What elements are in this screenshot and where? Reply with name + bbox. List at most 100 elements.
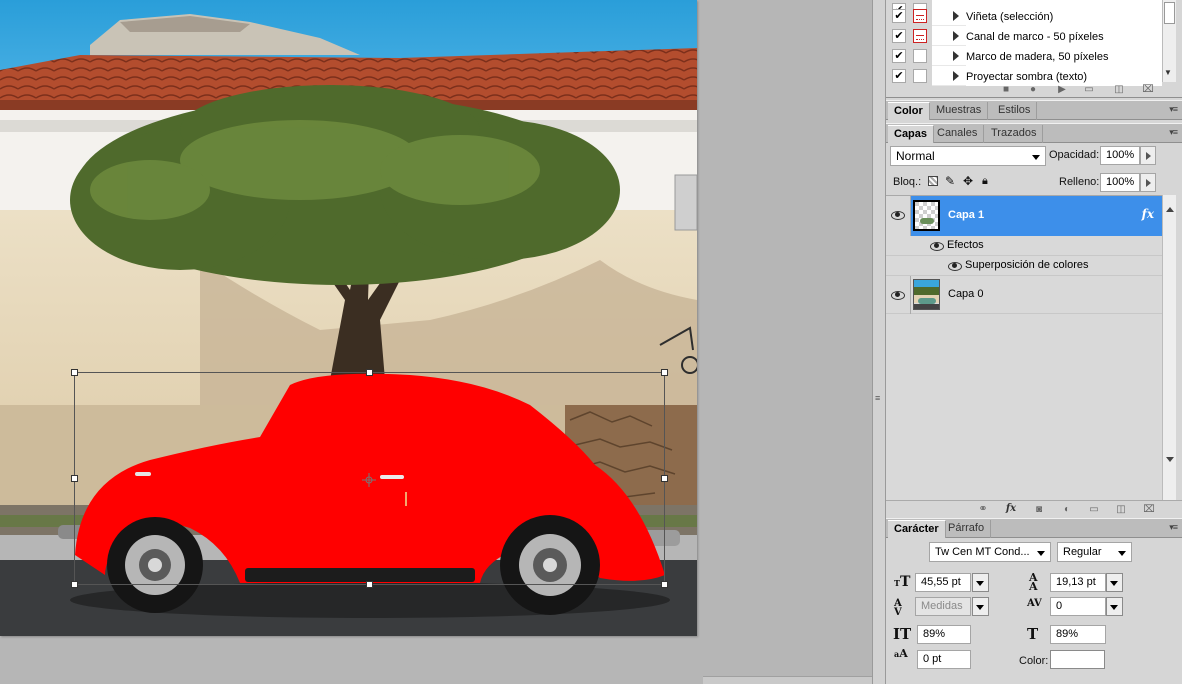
blend-mode-select[interactable]: Normal — [890, 146, 1046, 166]
blend-mode-value: Normal — [896, 149, 935, 163]
tracking-field[interactable]: 0 — [1050, 597, 1106, 616]
layer-name[interactable]: Capa 1 — [948, 209, 984, 221]
font-family-value: Tw Cen MT Cond... — [935, 546, 1030, 558]
effect-row-color-overlay[interactable]: Superposición de colores — [886, 256, 1162, 276]
scroll-down-arrow-icon[interactable]: ▼ — [1164, 68, 1172, 77]
scroll-down-arrow-icon[interactable] — [1166, 457, 1174, 462]
lock-paint-icon[interactable]: ✎ — [945, 174, 955, 188]
action-toggle-check[interactable]: ✔ — [892, 29, 906, 43]
lock-transparent-icon[interactable] — [928, 176, 938, 186]
record-icon[interactable]: ● — [1027, 84, 1039, 95]
kerning-dropdown[interactable] — [972, 597, 989, 616]
vertical-scale-field[interactable]: 89% — [917, 625, 971, 644]
expand-triangle-icon[interactable] — [953, 71, 959, 81]
actions-panel: ✔ ✔ Viñeta (selección) ✔ Canal de marco … — [886, 0, 1182, 98]
color-panel-tabbar: Color Muestras Estilos ▾≡ — [886, 100, 1182, 120]
new-action-icon[interactable]: ◫ — [1113, 84, 1125, 95]
panel-divider[interactable]: ≡ — [872, 0, 886, 684]
action-row[interactable]: ✔ Canal de marco - 50 píxeles — [886, 26, 1162, 46]
dialog-toggle-icon[interactable] — [913, 49, 927, 63]
fill-slider-toggle[interactable] — [1140, 173, 1156, 192]
tab-character[interactable]: Carácter — [888, 520, 946, 538]
layer-thumbnail[interactable] — [913, 279, 940, 310]
action-row[interactable]: ✔ Viñeta (selección) — [886, 6, 1162, 26]
font-family-select[interactable]: Tw Cen MT Cond... — [929, 542, 1051, 562]
link-icon[interactable]: ⚭ — [977, 504, 989, 515]
visibility-eye-icon[interactable] — [891, 210, 905, 220]
horizontal-scale-field[interactable]: 89% — [1050, 625, 1106, 644]
panel-menu-icon[interactable]: ▾≡ — [1169, 522, 1178, 533]
tab-styles[interactable]: Estilos — [992, 102, 1038, 120]
group-icon[interactable]: ▭ — [1088, 504, 1100, 515]
action-label: Canal de marco - 50 píxeles — [966, 29, 1162, 46]
new-set-icon[interactable]: ▭ — [1083, 84, 1095, 95]
expand-triangle-icon[interactable] — [953, 31, 959, 41]
fill-field[interactable]: 100% — [1100, 173, 1140, 192]
font-style-select[interactable]: Regular — [1057, 542, 1132, 562]
canvas-area[interactable] — [0, 0, 872, 684]
layer-list[interactable]: Capa 1 fx Efectos Superposición de color… — [886, 195, 1162, 500]
dialog-toggle-icon[interactable] — [913, 69, 927, 83]
adjustment-icon[interactable]: ◐ — [1061, 504, 1073, 515]
expand-triangle-icon[interactable] — [953, 51, 959, 61]
kerning-icon: AV — [894, 598, 902, 618]
tab-swatches[interactable]: Muestras — [930, 102, 989, 120]
front-wheel — [500, 515, 600, 615]
action-toggle-check[interactable]: ✔ — [892, 9, 906, 23]
leading-field[interactable]: 19,13 pt — [1050, 573, 1106, 592]
leading-icon: AA — [1029, 571, 1038, 593]
layers-scrollbar[interactable] — [1162, 195, 1176, 500]
font-size-field[interactable]: 45,55 pt — [915, 573, 971, 592]
baseline-shift-field[interactable]: 0 pt — [917, 650, 971, 669]
tab-paragraph[interactable]: Párrafo — [942, 520, 992, 538]
panel-menu-icon[interactable]: ▾≡ — [1169, 127, 1178, 138]
fx-badge-icon[interactable]: fx — [1142, 207, 1154, 221]
tracking-dropdown[interactable] — [1106, 597, 1123, 616]
play-icon[interactable]: ▶ — [1056, 84, 1068, 95]
opacity-field[interactable]: 100% — [1100, 146, 1140, 165]
mask-icon[interactable]: ◙ — [1033, 504, 1045, 515]
layer-name[interactable]: Capa 0 — [948, 288, 983, 300]
effects-row[interactable]: Efectos — [886, 236, 1162, 256]
font-size-dropdown[interactable] — [972, 573, 989, 592]
font-style-value: Regular — [1063, 546, 1102, 558]
divider-grip-icon[interactable]: ≡ — [875, 394, 880, 403]
lock-label: Bloq.: — [893, 176, 922, 188]
effects-visibility-eye-icon[interactable] — [930, 241, 944, 251]
layer-row-capa-1[interactable]: Capa 1 fx — [886, 196, 1162, 236]
action-toggle-check[interactable]: ✔ — [892, 49, 906, 63]
action-toggle-check[interactable]: ✔ — [892, 69, 906, 83]
actions-scroll-thumb[interactable] — [1164, 2, 1175, 24]
effects-label: Efectos — [947, 239, 984, 251]
panel-menu-icon[interactable]: ▾≡ — [1169, 104, 1178, 115]
dialog-toggle-icon[interactable] — [913, 9, 927, 23]
delete-icon[interactable]: ⌧ — [1142, 84, 1154, 95]
text-color-swatch[interactable] — [1050, 650, 1105, 669]
kerning-field[interactable]: Medidas — [915, 597, 971, 616]
document-canvas[interactable] — [0, 0, 697, 636]
tab-layers[interactable]: Capas — [888, 125, 935, 143]
layer-thumbnail[interactable] — [913, 200, 940, 231]
visibility-eye-icon[interactable] — [891, 290, 905, 300]
layer-row-capa-0[interactable]: Capa 0 — [886, 276, 1162, 314]
tab-channels[interactable]: Canales — [931, 125, 985, 143]
stop-icon[interactable]: ■ — [1000, 84, 1012, 95]
lock-all-icon[interactable]: 🔒︎ — [982, 174, 988, 188]
fx-icon[interactable]: fx — [1005, 503, 1017, 514]
expand-triangle-icon[interactable] — [953, 11, 959, 21]
effect-visibility-eye-icon[interactable] — [948, 261, 962, 271]
leading-dropdown[interactable] — [1106, 573, 1123, 592]
opacity-slider-toggle[interactable] — [1140, 146, 1156, 165]
scroll-up-arrow-icon[interactable] — [1166, 207, 1174, 212]
character-panel-tabbar: Carácter Párrafo ▾≡ — [886, 518, 1182, 538]
dialog-toggle-icon[interactable] — [913, 29, 927, 43]
canvas-horizontal-scrollbar[interactable] — [703, 676, 872, 684]
lock-move-icon[interactable]: ✥ — [963, 174, 973, 188]
tab-color[interactable]: Color — [888, 102, 930, 120]
rear-wheel — [107, 517, 203, 613]
trash-icon[interactable]: ⌧ — [1143, 504, 1155, 515]
new-layer-icon[interactable]: ◫ — [1115, 504, 1127, 515]
tab-paths[interactable]: Trazados — [985, 125, 1044, 143]
actions-scrollbar[interactable]: ▼ — [1162, 0, 1176, 82]
action-row[interactable]: ✔ Marco de madera, 50 píxeles — [886, 46, 1162, 66]
